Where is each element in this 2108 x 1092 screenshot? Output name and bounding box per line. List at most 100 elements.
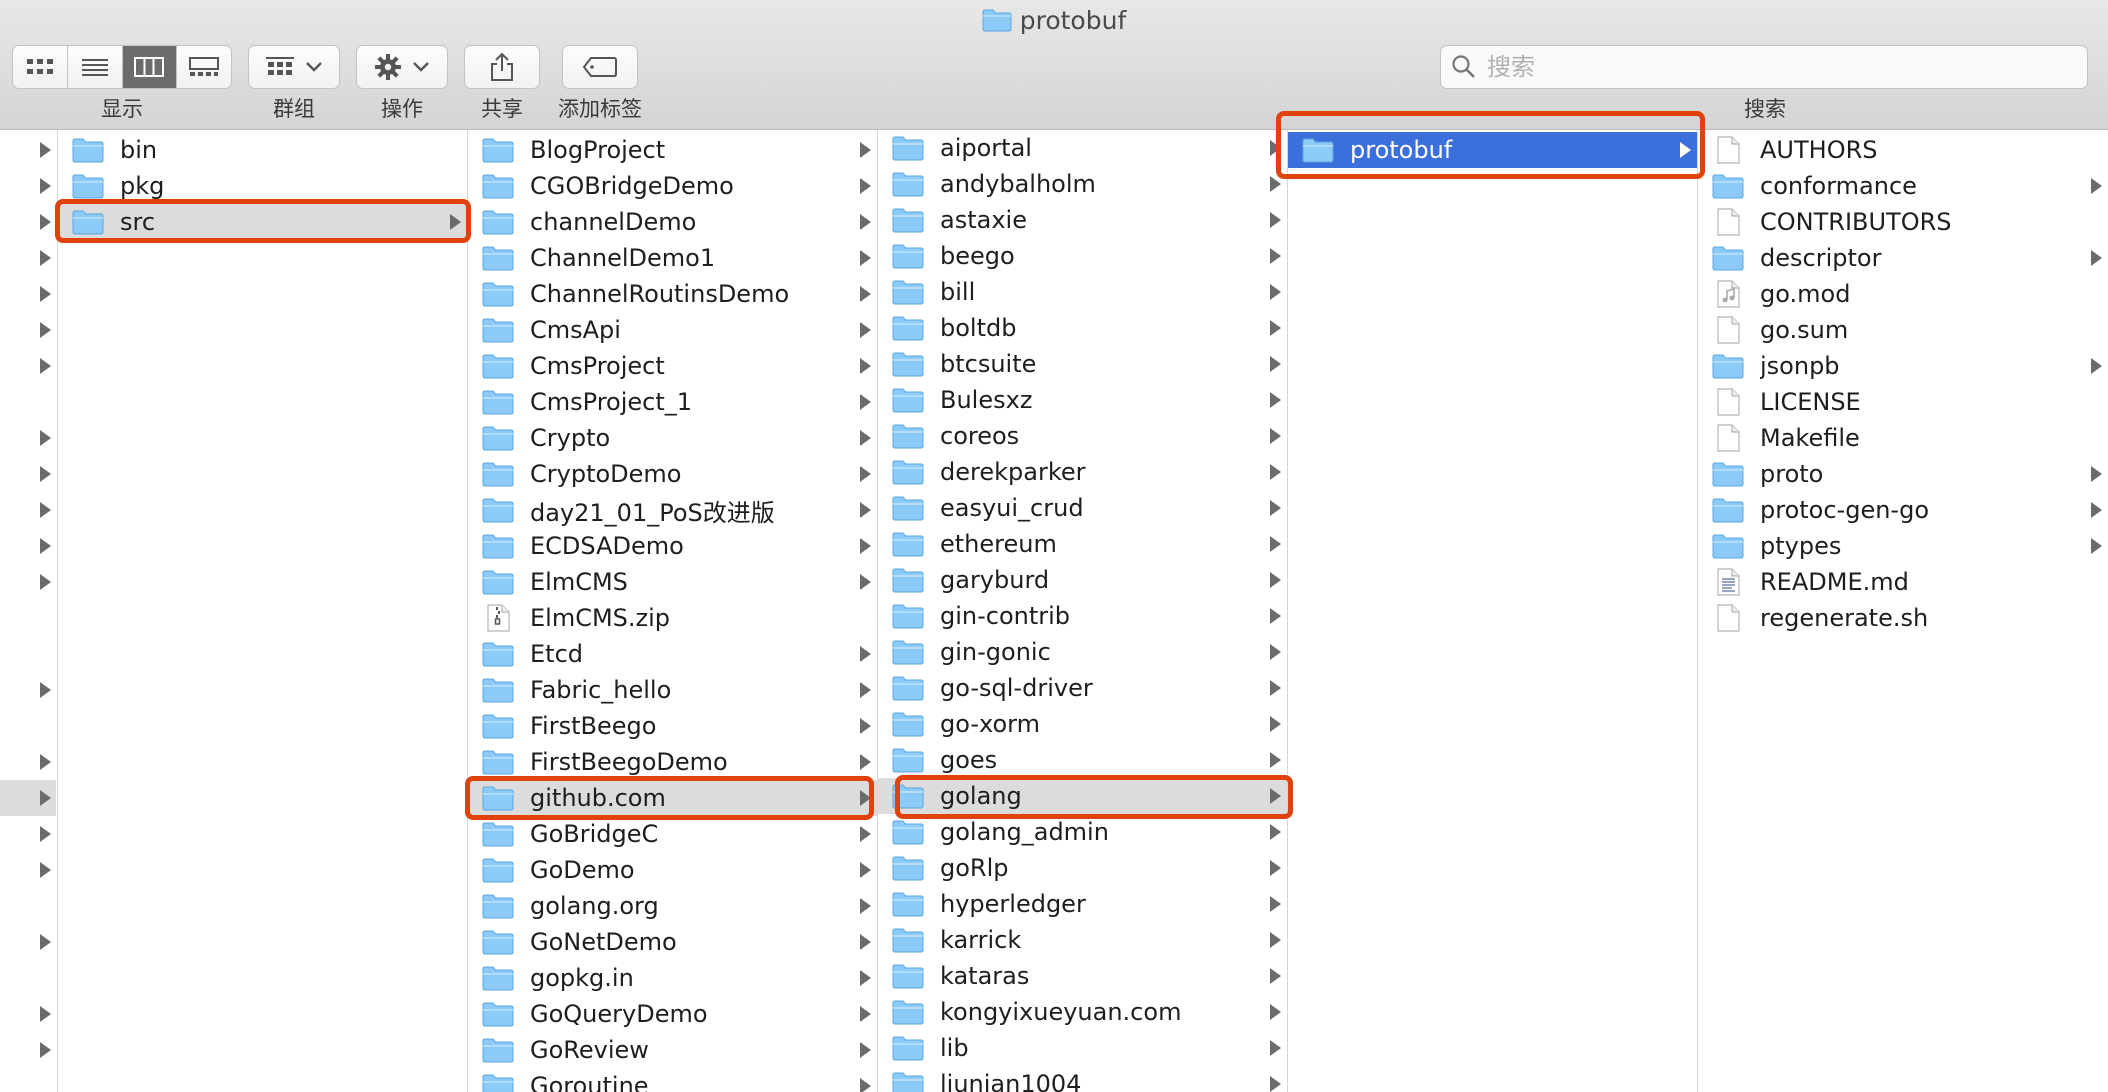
list-item[interactable]: GoReview: [468, 1032, 877, 1068]
list-item[interactable]: gin-gonic: [878, 634, 1287, 670]
list-item[interactable]: astaxie: [878, 202, 1287, 238]
list-item[interactable]: aiportal: [878, 130, 1287, 166]
column-golang[interactable]: protobuf: [1288, 130, 1698, 1092]
list-item[interactable]: GoBridgeC: [468, 816, 877, 852]
list-item[interactable]: hyperledger: [878, 886, 1287, 922]
list-item[interactable]: BlogProject: [468, 132, 877, 168]
disclosure-arrow-icon[interactable]: [40, 682, 51, 698]
disclosure-arrow-icon[interactable]: [40, 934, 51, 950]
list-item[interactable]: protoc-gen-go: [1698, 492, 2108, 528]
list-item[interactable]: gopkg.in: [468, 960, 877, 996]
list-item[interactable]: bill: [878, 274, 1287, 310]
list-item[interactable]: README.md: [1698, 564, 2108, 600]
list-item[interactable]: easyui_crud: [878, 490, 1287, 526]
list-item[interactable]: ElmCMS.zip: [468, 600, 877, 636]
disclosure-arrow-icon[interactable]: [40, 574, 51, 590]
list-item[interactable]: Crypto: [468, 420, 877, 456]
disclosure-arrow-icon[interactable]: [40, 826, 51, 842]
list-item[interactable]: lib: [878, 1030, 1287, 1066]
list-item[interactable]: CmsApi: [468, 312, 877, 348]
disclosure-arrow-icon[interactable]: [40, 1006, 51, 1022]
list-item[interactable]: go-xorm: [878, 706, 1287, 742]
list-item[interactable]: ptypes: [1698, 528, 2108, 564]
list-item[interactable]: regenerate.sh: [1698, 600, 2108, 636]
column-view-button[interactable]: [122, 46, 178, 88]
disclosure-arrow-icon[interactable]: [40, 754, 51, 770]
column-src[interactable]: BlogProject CGOBridgeDemo channelDemo Chann…: [468, 130, 878, 1092]
list-item[interactable]: pkg: [58, 168, 467, 204]
list-item[interactable]: bin: [58, 132, 467, 168]
list-item[interactable]: beego: [878, 238, 1287, 274]
list-item[interactable]: derekparker: [878, 454, 1287, 490]
list-item[interactable]: boltdb: [878, 310, 1287, 346]
list-item[interactable]: btcsuite: [878, 346, 1287, 382]
list-item[interactable]: GoNetDemo: [468, 924, 877, 960]
disclosure-arrow-icon[interactable]: [40, 358, 51, 374]
list-item[interactable]: github.com: [468, 780, 877, 816]
disclosure-arrow-icon[interactable]: [40, 862, 51, 878]
list-item[interactable]: GoDemo: [468, 852, 877, 888]
disclosure-arrow-icon[interactable]: [40, 502, 51, 518]
list-item[interactable]: goRlp: [878, 850, 1287, 886]
list-item[interactable]: liunian1004: [878, 1066, 1287, 1092]
list-item[interactable]: conformance: [1698, 168, 2108, 204]
list-item[interactable]: go-sql-driver: [878, 670, 1287, 706]
disclosure-arrow-icon[interactable]: [40, 790, 51, 806]
list-item[interactable]: ECDSADemo: [468, 528, 877, 564]
list-item[interactable]: Bulesxz: [878, 382, 1287, 418]
group-button[interactable]: [248, 45, 340, 89]
disclosure-arrow-icon[interactable]: [40, 322, 51, 338]
list-item[interactable]: GoQueryDemo: [468, 996, 877, 1032]
disclosure-arrow-icon[interactable]: [40, 286, 51, 302]
list-item[interactable]: FirstBeegoDemo: [468, 744, 877, 780]
list-view-button[interactable]: [68, 46, 123, 88]
list-item[interactable]: ethereum: [878, 526, 1287, 562]
add-tag-button[interactable]: [562, 45, 638, 89]
list-item[interactable]: FirstBeego: [468, 708, 877, 744]
gallery-view-button[interactable]: [177, 46, 231, 88]
list-item[interactable]: CmsProject: [468, 348, 877, 384]
list-item[interactable]: descriptor: [1698, 240, 2108, 276]
disclosure-arrow-icon[interactable]: [40, 178, 51, 194]
list-item[interactable]: day21_01_PoS改进版: [468, 492, 877, 528]
search-input[interactable]: [1485, 52, 2049, 82]
list-item[interactable]: go.mod: [1698, 276, 2108, 312]
list-item[interactable]: proto: [1698, 456, 2108, 492]
list-item[interactable]: golang: [878, 778, 1287, 814]
list-item[interactable]: channelDemo: [468, 204, 877, 240]
list-item[interactable]: ElmCMS: [468, 564, 877, 600]
list-item[interactable]: ChannelDemo1: [468, 240, 877, 276]
disclosure-arrow-icon[interactable]: [40, 538, 51, 554]
list-item[interactable]: ChannelRoutinsDemo: [468, 276, 877, 312]
list-item[interactable]: Makefile: [1698, 420, 2108, 456]
list-item[interactable]: kongyixueyuan.com: [878, 994, 1287, 1030]
list-item[interactable]: goes: [878, 742, 1287, 778]
list-item[interactable]: CGOBridgeDemo: [468, 168, 877, 204]
list-item[interactable]: gin-contrib: [878, 598, 1287, 634]
list-item[interactable]: coreos: [878, 418, 1287, 454]
list-item[interactable]: golang_admin: [878, 814, 1287, 850]
column-protobuf[interactable]: AUTHORS conformance CONTRIBUTORS descriptor…: [1698, 130, 2108, 1092]
list-item[interactable]: protobuf: [1288, 132, 1697, 168]
list-item[interactable]: LICENSE: [1698, 384, 2108, 420]
list-item[interactable]: Fabric_hello: [468, 672, 877, 708]
list-item[interactable]: garyburd: [878, 562, 1287, 598]
disclosure-arrow-icon[interactable]: [40, 1042, 51, 1058]
disclosure-arrow-icon[interactable]: [40, 214, 51, 230]
action-button[interactable]: [356, 45, 448, 89]
list-item[interactable]: karrick: [878, 922, 1287, 958]
list-item[interactable]: Etcd: [468, 636, 877, 672]
list-item[interactable]: go.sum: [1698, 312, 2108, 348]
list-item[interactable]: jsonpb: [1698, 348, 2108, 384]
disclosure-arrow-icon[interactable]: [40, 250, 51, 266]
disclosure-arrow-icon[interactable]: [40, 430, 51, 446]
list-item[interactable]: src: [58, 204, 467, 240]
disclosure-arrow-icon[interactable]: [40, 142, 51, 158]
column-github[interactable]: aiportal andybalholm astaxie beego bill boltd…: [878, 130, 1288, 1092]
list-item[interactable]: kataras: [878, 958, 1287, 994]
list-item[interactable]: Goroutine: [468, 1068, 877, 1092]
list-item[interactable]: andybalholm: [878, 166, 1287, 202]
disclosure-arrow-icon[interactable]: [40, 466, 51, 482]
column-go-root[interactable]: bin pkg src: [58, 130, 468, 1092]
list-item[interactable]: CmsProject_1: [468, 384, 877, 420]
